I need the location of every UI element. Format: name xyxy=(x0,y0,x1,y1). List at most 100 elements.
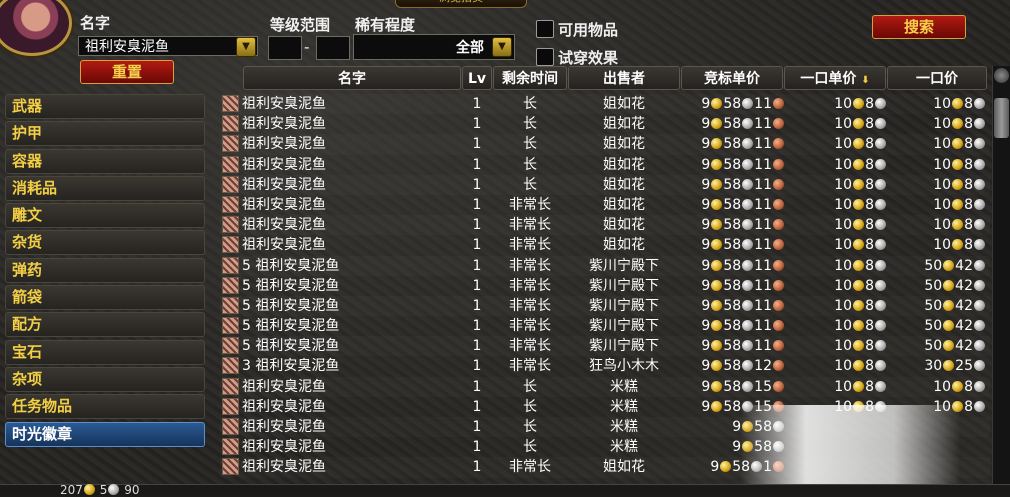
unit-gold: 10 xyxy=(834,237,853,254)
auction-row[interactable]: 3 祖利安臭泥鱼 1 非常长 狂鸟小木木 9 58 12 10 8 30 25 xyxy=(220,356,990,376)
auction-row[interactable]: 祖利安臭泥鱼 1 长 米糕 9 58 15 10 8 10 8 xyxy=(220,377,990,397)
fish-item-icon xyxy=(222,195,239,213)
buyout-price: 10 8 xyxy=(933,114,986,134)
category-item[interactable]: 武器 xyxy=(5,94,205,119)
item-name: 祖利安臭泥鱼 xyxy=(242,378,326,395)
col-header-bid[interactable]: 竞标单价 xyxy=(681,66,783,90)
category-item[interactable]: 宝石 xyxy=(5,339,205,365)
auction-row[interactable]: 5 祖利安臭泥鱼 1 非常长 紫川宁殿下 9 58 11 10 8 50 42 xyxy=(220,256,990,276)
max-level-input[interactable] xyxy=(316,36,350,60)
unit-price: 10 8 xyxy=(834,256,887,276)
gold-coin-icon xyxy=(952,158,964,170)
auction-row[interactable]: 5 祖利安臭泥鱼 1 非常长 紫川宁殿下 9 58 11 10 8 50 42 xyxy=(220,276,990,296)
auction-row[interactable]: 5 祖利安臭泥鱼 1 非常长 紫川宁殿下 9 58 11 10 8 50 42 xyxy=(220,316,990,336)
gold-coin-icon xyxy=(952,239,964,251)
seller-name: 狂鸟小木木 xyxy=(589,358,659,375)
name-dropdown-arrow-icon[interactable]: ▼ xyxy=(236,37,256,57)
seller-name: 姐如花 xyxy=(603,217,645,234)
category-item[interactable]: 弹药 xyxy=(5,257,205,283)
category-item[interactable]: 时光徽章 xyxy=(5,421,205,447)
silver-coin-icon xyxy=(974,118,985,130)
category-item[interactable]: 雕文 xyxy=(5,203,205,229)
unit-gold: 10 xyxy=(834,96,853,112)
buyout-silver: 8 xyxy=(964,237,973,254)
time-left: 长 xyxy=(523,136,537,153)
time-left: 非常长 xyxy=(509,358,551,375)
bid-copper: 11 xyxy=(754,136,772,153)
category-item[interactable]: 配方 xyxy=(5,312,205,338)
item-level: 1 xyxy=(472,96,482,112)
bid-price: 9 58 11 xyxy=(701,316,785,336)
gold-coin-icon xyxy=(853,98,865,109)
fish-item-icon xyxy=(222,135,239,153)
category-item[interactable]: 护甲 xyxy=(5,121,205,147)
rarity-dropdown-arrow-icon[interactable]: ▼ xyxy=(492,37,512,57)
category-item[interactable]: 杂项 xyxy=(5,366,205,392)
col-header-name[interactable]: 名字 xyxy=(243,66,461,90)
auction-row[interactable]: 祖利安臭泥鱼 1 非常长 姐如花 9 58 11 10 8 10 8 xyxy=(220,195,990,215)
fish-item-icon xyxy=(222,276,239,294)
auction-row[interactable]: 5 祖利安臭泥鱼 1 非常长 紫川宁殿下 9 58 11 10 8 50 42 xyxy=(220,336,990,356)
unit-gold: 10 xyxy=(834,277,853,294)
player-gold: 207 xyxy=(60,483,83,497)
unit-silver: 8 xyxy=(865,358,874,375)
buyout-silver: 8 xyxy=(964,96,973,112)
time-left: 长 xyxy=(523,116,537,133)
col-header-seller[interactable]: 出售者 xyxy=(568,66,680,90)
unit-silver: 8 xyxy=(865,318,874,335)
auction-row[interactable]: 祖利安臭泥鱼 1 长 姐如花 9 58 11 10 8 10 8 xyxy=(220,94,990,114)
col-header-level[interactable]: Lv xyxy=(462,66,492,90)
buyout-gold: 50 xyxy=(924,318,943,335)
silver-coin-icon xyxy=(974,340,985,352)
buyout-silver: 8 xyxy=(964,196,973,213)
category-item[interactable]: 杂货 xyxy=(5,230,205,256)
category-item[interactable]: 任务物品 xyxy=(5,394,205,420)
unit-silver: 8 xyxy=(865,96,874,112)
bid-gold: 9 xyxy=(701,398,711,415)
gold-coin-icon xyxy=(853,118,865,130)
bid-silver: 58 xyxy=(723,217,742,234)
col-header-buyout-unit[interactable]: 一口单价 ⬇ xyxy=(784,66,886,90)
fish-item-icon xyxy=(222,317,239,335)
seller-name: 姐如花 xyxy=(603,136,645,153)
col-header-buyout[interactable]: 一口价 xyxy=(887,66,987,90)
bid-silver: 58 xyxy=(723,277,742,294)
auction-row[interactable]: 祖利安臭泥鱼 1 长 姐如花 9 58 11 10 8 10 8 xyxy=(220,114,990,134)
category-item[interactable]: 消耗品 xyxy=(5,175,205,201)
gold-coin-icon xyxy=(711,118,723,130)
item-name: 5 祖利安臭泥鱼 xyxy=(242,318,340,335)
category-item[interactable]: 箭袋 xyxy=(5,285,205,311)
copper-coin-icon xyxy=(773,259,784,271)
auction-row[interactable]: 祖利安臭泥鱼 1 长 姐如花 9 58 11 10 8 10 8 xyxy=(220,175,990,195)
auction-row[interactable]: 祖利安臭泥鱼 1 长 姐如花 9 58 11 10 8 10 8 xyxy=(220,134,990,154)
rarity-dropdown[interactable]: 全部 xyxy=(353,34,515,60)
auction-row[interactable]: 5 祖利安臭泥鱼 1 非常长 紫川宁殿下 9 58 11 10 8 50 42 xyxy=(220,296,990,316)
gold-coin-icon xyxy=(853,279,865,291)
gold-coin-icon xyxy=(853,198,865,210)
col-header-time-left[interactable]: 剩余时间 xyxy=(493,66,567,90)
search-button[interactable]: 搜索 xyxy=(872,15,966,39)
level-range-label: 等级范围 xyxy=(270,16,331,34)
auction-row[interactable]: 祖利安臭泥鱼 1 长 姐如花 9 58 11 10 8 10 8 xyxy=(220,155,990,175)
bid-price: 9 58 11 xyxy=(701,336,785,356)
category-item[interactable]: 容器 xyxy=(5,148,205,174)
buyout-price: 10 8 xyxy=(933,235,986,255)
buyout-gold: 10 xyxy=(933,237,952,254)
preview-checkbox[interactable] xyxy=(536,48,554,66)
item-level: 1 xyxy=(472,459,482,476)
time-left: 非常长 xyxy=(509,237,551,254)
silver-coin-icon xyxy=(742,299,754,311)
auction-row[interactable]: 祖利安臭泥鱼 1 非常长 姐如花 9 58 11 10 8 10 8 xyxy=(220,215,990,235)
time-left: 非常长 xyxy=(509,318,551,335)
bid-gold: 9 xyxy=(701,277,711,294)
usable-items-checkbox[interactable] xyxy=(536,20,554,38)
scroll-thumb[interactable] xyxy=(994,98,1009,138)
bid-silver: 58 xyxy=(723,257,742,274)
min-level-input[interactable] xyxy=(268,36,302,60)
seller-name: 姐如花 xyxy=(603,237,645,254)
name-search-input[interactable]: 祖利安臭泥鱼 xyxy=(78,36,258,56)
buyout-silver: 8 xyxy=(964,398,973,415)
reset-button[interactable]: 重置 xyxy=(80,60,174,84)
auction-row[interactable]: 祖利安臭泥鱼 1 非常长 姐如花 9 58 11 10 8 10 8 xyxy=(220,235,990,255)
scroll-up-icon[interactable] xyxy=(994,68,1009,83)
